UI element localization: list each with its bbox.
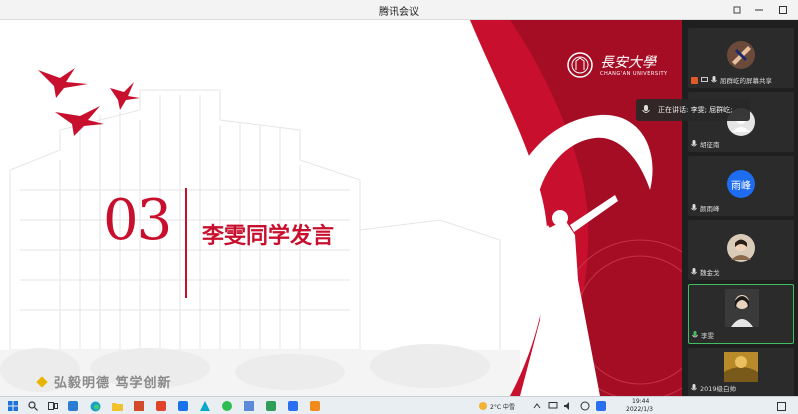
notification-icon[interactable] bbox=[774, 399, 788, 413]
participant-photo bbox=[724, 352, 758, 382]
speaking-indicator-toast: 正在讲话: 李雯; 屈群屹; bbox=[636, 99, 750, 121]
office-icon[interactable] bbox=[154, 399, 168, 413]
ime-icon[interactable] bbox=[578, 399, 592, 413]
clock-time[interactable]: 19:44 bbox=[632, 398, 649, 405]
tencent-meeting-icon[interactable] bbox=[286, 399, 300, 413]
file-explorer-icon[interactable] bbox=[110, 399, 124, 413]
participant-photo bbox=[725, 289, 759, 327]
section-divider bbox=[185, 188, 187, 298]
app-icon-orange[interactable] bbox=[308, 399, 322, 413]
volume-icon[interactable] bbox=[562, 399, 576, 413]
initials-avatar: 雨峰 bbox=[727, 170, 755, 198]
shared-screen: 03 李雯同学发言 長安大學 CHANG'AN UNIVERSITY 弘毅明德 … bbox=[0, 20, 682, 396]
microphone-icon bbox=[691, 384, 697, 391]
participant-namebar: 胡征南 bbox=[691, 139, 720, 149]
participants-panel: 屈群屹的屏幕共享 胡征南 雨峰 颜雨峰 魏金戈 李雯 2019级白帅 bbox=[684, 20, 798, 396]
store-icon[interactable] bbox=[132, 399, 146, 413]
task-view-icon[interactable] bbox=[46, 399, 60, 413]
participant-name: 胡征南 bbox=[700, 141, 720, 149]
user-icon bbox=[691, 76, 698, 84]
section-number: 03 bbox=[103, 188, 172, 253]
window-title-bar: 腾讯会议 bbox=[0, 0, 798, 20]
participant-tile[interactable]: 魏金戈 bbox=[688, 220, 794, 280]
edge-browser-icon[interactable] bbox=[88, 399, 102, 413]
microphone-icon bbox=[692, 331, 698, 338]
wechat-icon[interactable] bbox=[220, 399, 234, 413]
weather-text[interactable]: 2°C 中雪 bbox=[490, 402, 515, 411]
university-motto: 弘毅明德 笃学创新 bbox=[36, 372, 172, 391]
app-icon-blue[interactable] bbox=[176, 399, 190, 413]
participant-name: 魏金戈 bbox=[700, 269, 720, 277]
microphone-icon bbox=[711, 76, 717, 83]
tray-expand-icon[interactable] bbox=[530, 399, 544, 413]
participant-tile[interactable]: 2019级白帅 bbox=[688, 348, 794, 396]
clock-date[interactable]: 2022/1/3 bbox=[626, 406, 653, 413]
participant-name: 颜雨峰 bbox=[700, 205, 720, 213]
participant-namebar: 2019级白帅 bbox=[691, 383, 736, 393]
app-icon-image[interactable] bbox=[242, 399, 256, 413]
participant-name: 屈群屹的屏幕共享 bbox=[720, 77, 772, 85]
university-name-cn: 長安大學 bbox=[600, 55, 656, 71]
participant-namebar: 李雯 bbox=[692, 330, 714, 340]
participant-tile-active-speaker[interactable]: 李雯 bbox=[688, 284, 794, 344]
search-icon[interactable] bbox=[26, 399, 40, 413]
weather-icon[interactable] bbox=[476, 399, 490, 413]
windows-start-icon[interactable] bbox=[6, 399, 20, 413]
minimize-button[interactable] bbox=[748, 0, 770, 20]
diamond-icon bbox=[36, 376, 48, 388]
participant-namebar: 魏金戈 bbox=[691, 267, 720, 277]
participant-namebar: 颜雨峰 bbox=[691, 203, 720, 213]
windows-taskbar: 2°C 中雪 19:44 2022/1/3 bbox=[0, 396, 798, 414]
participant-tile-screen-share[interactable]: 屈群屹的屏幕共享 bbox=[688, 28, 794, 88]
app-icon-green[interactable] bbox=[264, 399, 278, 413]
window-title: 腾讯会议 bbox=[379, 7, 419, 18]
participant-name: 李雯 bbox=[701, 332, 714, 340]
microphone-icon bbox=[691, 268, 697, 275]
windows-logo-icon[interactable] bbox=[66, 399, 80, 413]
tray-app-icon[interactable] bbox=[594, 399, 608, 413]
motto-text: 弘毅明德 笃学创新 bbox=[54, 376, 172, 391]
participant-namebar: 屈群屹的屏幕共享 bbox=[691, 75, 772, 85]
screen-share-icon bbox=[701, 77, 708, 82]
maximize-button[interactable] bbox=[772, 0, 794, 20]
microphone-icon bbox=[691, 204, 697, 211]
section-title: 李雯同学发言 bbox=[202, 224, 335, 249]
pin-icon[interactable] bbox=[726, 0, 748, 20]
participant-photo bbox=[727, 234, 755, 262]
app-icon-cyan[interactable] bbox=[198, 399, 212, 413]
speaking-text: 正在讲话: 李雯; 屈群屹; bbox=[658, 106, 733, 114]
avatar bbox=[727, 41, 755, 69]
microphone-icon bbox=[642, 105, 650, 113]
microphone-icon bbox=[691, 140, 697, 147]
network-icon[interactable] bbox=[546, 399, 560, 413]
participant-tile[interactable]: 雨峰 颜雨峰 bbox=[688, 156, 794, 216]
university-name-en: CHANG'AN UNIVERSITY bbox=[600, 71, 668, 77]
participant-name: 2019级白帅 bbox=[700, 385, 737, 393]
